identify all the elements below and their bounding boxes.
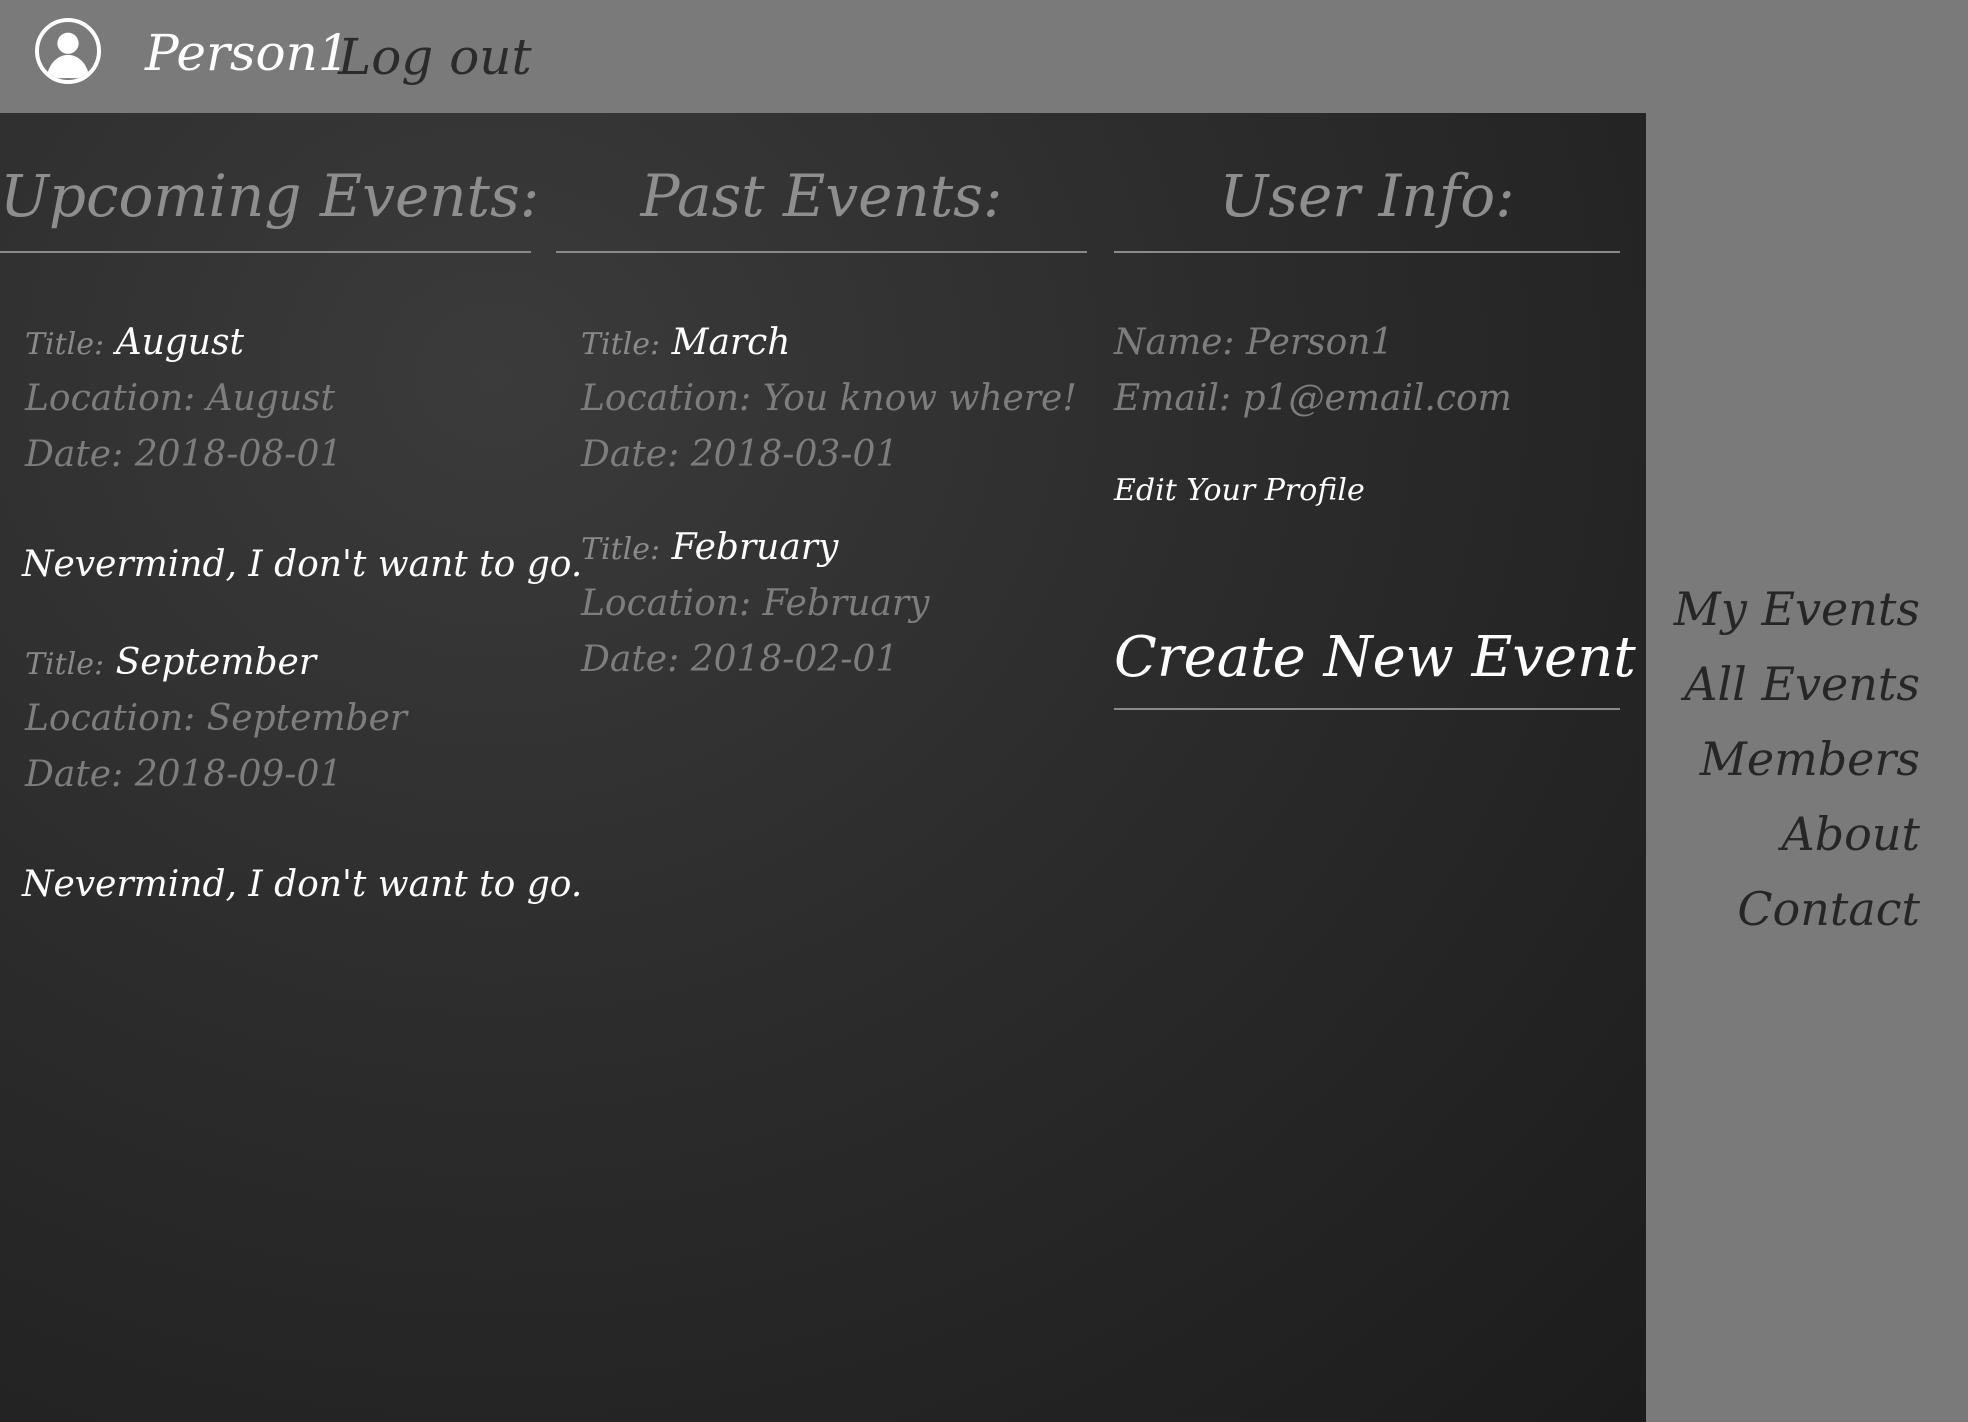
side-navigation: My Events All Events Members About Conta… — [1674, 572, 1920, 947]
event-title: September — [115, 642, 317, 683]
event-date: 2018-08-01 — [134, 434, 343, 475]
nav-item-about[interactable]: About — [1674, 797, 1920, 872]
location-label: Location: — [25, 378, 196, 419]
upcoming-events-column: Upcoming Events: Title: August Location:… — [0, 113, 582, 905]
past-event-card: Title: March Location: You know where! D… — [581, 315, 1077, 483]
event-date: 2018-02-01 — [690, 639, 899, 680]
event-title: February — [671, 527, 839, 568]
cancel-rsvp-button[interactable]: Nevermind, I don't want to go. — [22, 540, 582, 590]
event-date: 2018-03-01 — [690, 434, 899, 475]
avatar-silhouette — [46, 32, 90, 79]
cancel-rsvp-button[interactable]: Nevermind, I don't want to go. — [22, 860, 582, 910]
user-name: Person1 — [1246, 322, 1394, 363]
event-title: March — [671, 322, 791, 363]
title-label: Title: — [581, 532, 661, 567]
past-events-heading: Past Events: — [556, 113, 1087, 253]
event-title: August — [115, 322, 244, 363]
past-event-card: Title: February Location: February Date:… — [581, 520, 929, 688]
event-location-row: Location: February — [581, 576, 929, 632]
upcoming-event-card: Title: August Location: August Date: 201… — [25, 315, 342, 483]
event-location-row: Location: You know where! — [581, 371, 1077, 427]
event-location: August — [206, 378, 335, 419]
user-email: p1@email.com — [1242, 378, 1512, 419]
nav-item-my-events[interactable]: My Events — [1674, 572, 1920, 647]
top-bar: Person1 Log out — [0, 0, 1968, 113]
past-events-column: Past Events: Title: March Location: You … — [556, 113, 1087, 680]
event-location: You know where! — [762, 378, 1077, 419]
date-label: Date: — [25, 754, 124, 795]
create-new-event-button[interactable]: Create New Event — [1114, 610, 1636, 710]
event-title-row: Title: February — [581, 520, 929, 576]
location-label: Location: — [581, 583, 752, 624]
user-name-row: Name: Person1 — [1114, 315, 1393, 371]
event-location: September — [206, 698, 408, 739]
logout-link[interactable]: Log out — [338, 22, 532, 92]
event-date-row: Date: 2018-09-01 — [25, 747, 407, 803]
edit-profile-link[interactable]: Edit Your Profile — [1114, 469, 1365, 513]
email-label: Email: — [1114, 378, 1232, 419]
name-label: Name: — [1114, 322, 1235, 363]
event-location-row: Location: September — [25, 691, 407, 747]
nav-item-all-events[interactable]: All Events — [1674, 647, 1920, 722]
date-label: Date: — [25, 434, 124, 475]
nav-item-contact[interactable]: Contact — [1674, 872, 1920, 947]
event-title-row: Title: September — [25, 635, 407, 691]
user-email-row: Email: p1@email.com — [1114, 371, 1512, 427]
event-location: February — [762, 583, 930, 624]
event-title-row: Title: March — [581, 315, 1077, 371]
title-label: Title: — [25, 647, 105, 682]
location-label: Location: — [581, 378, 752, 419]
username: Person1 — [145, 24, 350, 82]
upcoming-event-card: Title: September Location: September Dat… — [25, 635, 407, 803]
event-title-row: Title: August — [25, 315, 342, 371]
title-label: Title: — [25, 327, 105, 362]
date-label: Date: — [581, 639, 680, 680]
main-panel: Upcoming Events: Title: August Location:… — [0, 113, 1646, 1422]
event-date-row: Date: 2018-02-01 — [581, 632, 929, 688]
user-info-heading: User Info: — [1114, 113, 1620, 253]
event-date: 2018-09-01 — [134, 754, 343, 795]
user-avatar-icon[interactable] — [35, 18, 101, 84]
upcoming-events-heading: Upcoming Events: — [0, 113, 539, 253]
title-label: Title: — [581, 327, 661, 362]
event-date-row: Date: 2018-08-01 — [25, 427, 342, 483]
event-date-row: Date: 2018-03-01 — [581, 427, 1077, 483]
location-label: Location: — [25, 698, 196, 739]
event-location-row: Location: August — [25, 371, 342, 427]
nav-item-members[interactable]: Members — [1674, 722, 1920, 797]
user-info-column: User Info: Name: Person1 Email: p1@email… — [1114, 113, 1636, 710]
date-label: Date: — [581, 434, 680, 475]
